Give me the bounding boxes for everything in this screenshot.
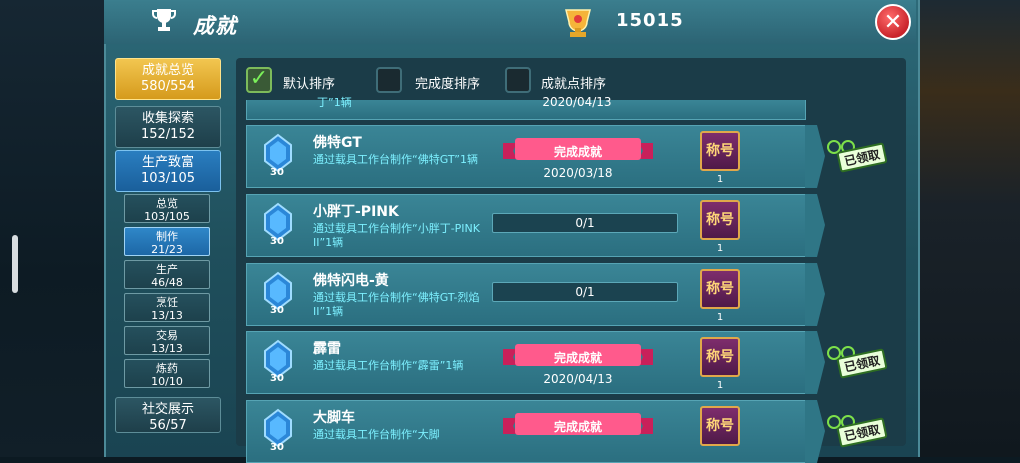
- sidebar-item-label: 生产致富: [141, 155, 194, 170]
- row-arrow-tail: [805, 263, 825, 326]
- achievement-desc: 通过载具工作台制作“大脚: [313, 428, 440, 441]
- achievement-desc: 通过载具工作台制作“佛特GT-烈焰II”1辆: [313, 291, 480, 318]
- sidebar-item-count: 580/554: [140, 79, 195, 94]
- subitem-count: 10/10: [151, 375, 183, 388]
- subitem-label: 制作: [156, 230, 178, 243]
- sidebar-item-overview[interactable]: 成就总览 580/554: [115, 58, 221, 100]
- sidebar-item-collection[interactable]: 收集探索 152/152: [115, 106, 221, 148]
- subitem-crafting[interactable]: 制作 21/23: [124, 227, 210, 256]
- subitem-trading[interactable]: 交易 13/13: [124, 326, 210, 355]
- achievement-name: 大脚车: [313, 410, 355, 426]
- background-right: [910, 0, 1020, 457]
- completed-label: 完成成就: [553, 145, 602, 159]
- reward-count: 1: [716, 243, 724, 254]
- subitem-alchemy[interactable]: 炼药 10/10: [124, 359, 210, 388]
- trophy-icon: [152, 9, 176, 31]
- reward-count: 1: [716, 174, 724, 185]
- subitem-overview[interactable]: 总览 103/105: [124, 194, 210, 223]
- title-reward-icon[interactable]: 称号: [700, 406, 740, 446]
- achievement-desc: 通过载具工作台制作“霹雷”1辆: [313, 359, 464, 372]
- reward-count: 1: [716, 312, 724, 323]
- subitem-production[interactable]: 生产 46/48: [124, 260, 210, 289]
- side-scroll-handle[interactable]: [12, 235, 18, 293]
- title-reward-icon[interactable]: 称号: [700, 337, 740, 377]
- badge-points: 30: [270, 236, 284, 247]
- gold-cup-icon: [565, 9, 591, 37]
- achievement-name: 佛特闪电-黄: [313, 273, 389, 289]
- subitem-label: 交易: [156, 329, 178, 342]
- badge-points: 30: [270, 442, 284, 453]
- achievement-date: 2020/04/13: [543, 372, 613, 386]
- subitem-count: 13/13: [151, 309, 183, 322]
- achievement-date: 2020/03/18: [543, 166, 613, 180]
- badge-points: 30: [270, 373, 284, 384]
- achievement-desc: 通过载具工作台制作“小胖丁-PINK II”1辆: [313, 222, 480, 249]
- close-icon: ✕: [883, 9, 903, 35]
- achievement-points: 15015: [616, 10, 684, 31]
- sidebar-item-count: 56/57: [149, 418, 187, 433]
- sidebar-item-production[interactable]: 生产致富 103/105: [115, 150, 221, 192]
- achievement-desc: 通过载具工作台制作“佛特GT”1辆: [313, 153, 479, 166]
- achievement-desc: 丁”1辆: [317, 96, 352, 109]
- title-reward-icon[interactable]: 称号: [700, 269, 740, 309]
- page-title: 成就: [193, 14, 237, 38]
- sort-default-checkbox[interactable]: ✓: [246, 67, 272, 93]
- subitem-cooking[interactable]: 烹饪 13/13: [124, 293, 210, 322]
- title-reward-icon[interactable]: 称号: [700, 131, 740, 171]
- sort-points-checkbox[interactable]: [505, 67, 531, 93]
- achievement-name: 佛特GT: [313, 135, 362, 151]
- close-button[interactable]: ✕: [875, 4, 911, 40]
- completed-label: 完成成就: [553, 420, 602, 434]
- progress-bar: 0/1: [492, 213, 678, 233]
- subitem-count: 21/23: [151, 243, 183, 256]
- subitem-label: 总览: [156, 197, 178, 210]
- sort-default-label: 默认排序: [283, 77, 336, 92]
- subitem-count: 46/48: [151, 276, 183, 289]
- achievement-date: 2020/04/13: [542, 95, 612, 109]
- reward-count: 1: [716, 380, 724, 391]
- subitem-label: 炼药: [156, 362, 178, 375]
- sidebar-item-count: 103/105: [140, 171, 195, 186]
- achievement-name: 小胖丁-PINK: [313, 204, 399, 220]
- subitem-count: 13/13: [151, 342, 183, 355]
- sidebar-item-social[interactable]: 社交展示 56/57: [115, 397, 221, 433]
- subitem-label: 烹饪: [156, 296, 178, 309]
- progress-bar: 0/1: [492, 282, 678, 302]
- subitem-label: 生产: [156, 263, 178, 276]
- sort-points-label: 成就点排序: [541, 77, 607, 92]
- completed-label: 完成成就: [553, 351, 602, 365]
- sidebar-item-label: 社交展示: [141, 402, 194, 417]
- list-item-partial: 丁”1辆 2020/04/13: [246, 95, 806, 120]
- badge-points: 30: [270, 305, 284, 316]
- background-left: [0, 0, 110, 457]
- sidebar-item-label: 收集探索: [141, 111, 194, 126]
- sort-completion-label: 完成度排序: [415, 77, 481, 92]
- subitem-count: 103/105: [144, 210, 190, 223]
- row-arrow-tail: [805, 194, 825, 257]
- title-reward-icon[interactable]: 称号: [700, 200, 740, 240]
- sidebar-item-count: 152/152: [140, 127, 195, 142]
- sidebar-item-label: 成就总览: [141, 63, 194, 78]
- sort-completion-checkbox[interactable]: [376, 67, 402, 93]
- badge-points: 30: [270, 167, 284, 178]
- achievement-name: 霹雷: [313, 341, 341, 357]
